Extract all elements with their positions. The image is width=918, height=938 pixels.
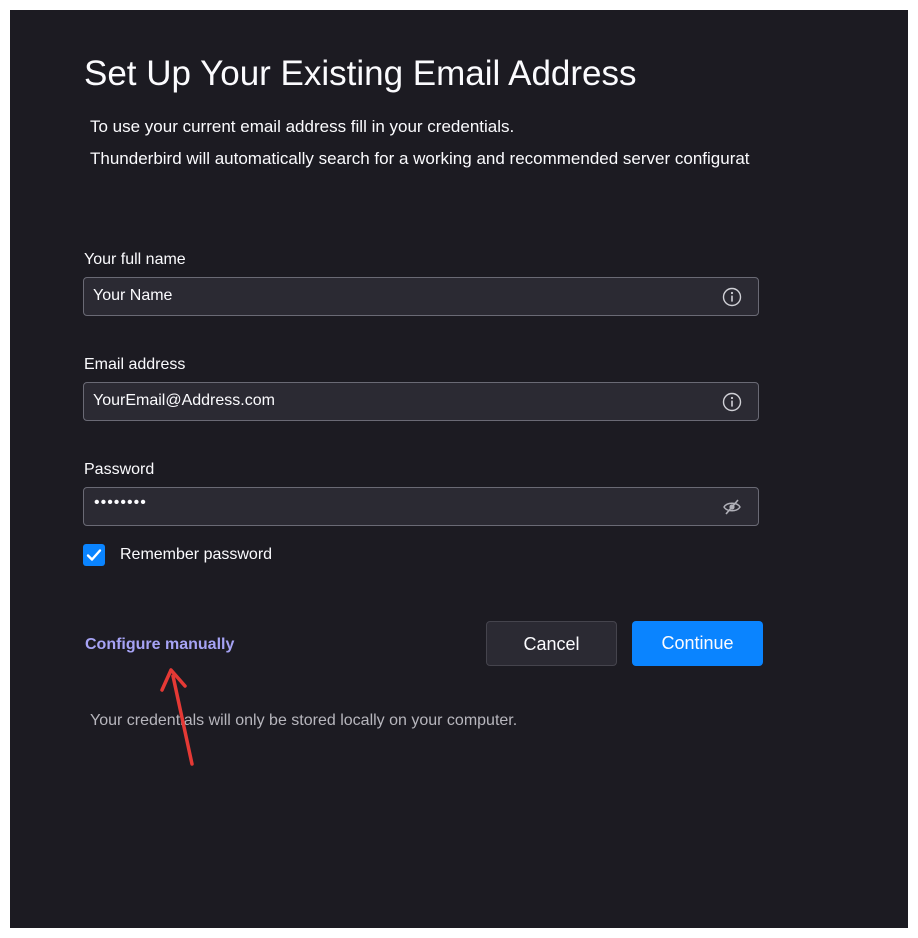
remember-password-checkbox[interactable] — [83, 544, 105, 566]
password-label: Password — [84, 461, 155, 478]
email-label: Email address — [84, 356, 186, 373]
email-value: YourEmail@Address.com — [93, 392, 275, 409]
continue-button[interactable]: Continue — [632, 621, 763, 666]
page-title: Set Up Your Existing Email Address — [84, 54, 637, 93]
configure-manually-link[interactable]: Configure manually — [85, 636, 234, 654]
password-field[interactable]: •••••••• — [83, 487, 759, 526]
password-masked-value: •••••••• — [94, 494, 147, 511]
intro-line-2: Thunderbird will automatically search fo… — [90, 149, 750, 168]
intro-line-1: To use your current email address fill i… — [90, 117, 515, 136]
account-setup-panel: Set Up Your Existing Email Address To us… — [10, 10, 908, 928]
info-icon[interactable] — [722, 287, 742, 307]
annotation-arrow-icon — [160, 668, 194, 766]
full-name-value: Your Name — [93, 287, 173, 304]
remember-password-label[interactable]: Remember password — [120, 546, 272, 564]
full-name-field[interactable]: Your Name — [83, 277, 759, 316]
cancel-button[interactable]: Cancel — [486, 621, 617, 666]
email-field[interactable]: YourEmail@Address.com — [83, 382, 759, 421]
eye-slash-icon[interactable] — [722, 497, 742, 517]
info-icon[interactable] — [722, 392, 742, 412]
full-name-label: Your full name — [84, 251, 186, 268]
checkmark-icon — [86, 549, 102, 561]
